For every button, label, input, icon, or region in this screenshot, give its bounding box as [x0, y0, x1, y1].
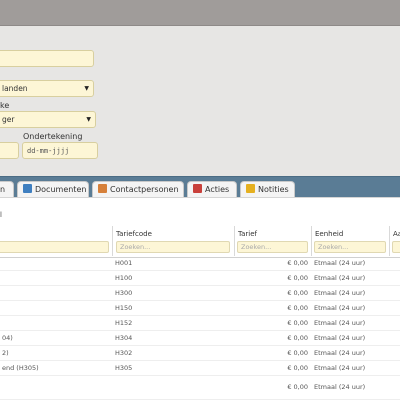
- column-header-tarief[interactable]: Tarief: [236, 228, 257, 240]
- row-code: H305: [115, 364, 133, 372]
- contacts-icon: [98, 184, 107, 193]
- row-name: end (H305): [2, 364, 39, 372]
- column-header-eenheid[interactable]: Eenheid: [313, 228, 343, 240]
- filter-input-tariefcode[interactable]: Zoeken...: [116, 241, 230, 253]
- row-code: H302: [115, 349, 133, 357]
- row-price: € 0,00: [287, 334, 308, 342]
- row-price: € 0,00: [287, 319, 308, 327]
- filter-input-tarief[interactable]: Zoeken...: [237, 241, 308, 253]
- row-price: € 0,00: [287, 289, 308, 297]
- tab-notities[interactable]: Notities: [240, 181, 295, 198]
- column-separator: [234, 226, 235, 256]
- row-unit: Etmaal (24 uur): [314, 319, 366, 327]
- table-row[interactable]: 04) H304 € 0,00 Etmaal (24 uur): [0, 331, 400, 346]
- actions-icon: [193, 184, 202, 193]
- filter-input-aa[interactable]: [392, 241, 400, 253]
- tab-contactpersonen[interactable]: Contactpersonen: [92, 181, 184, 198]
- row-code: H150: [115, 304, 133, 312]
- signature-label: Ondertekening: [23, 132, 83, 141]
- top-header-bar: [0, 0, 400, 26]
- field-label-partial: ke: [0, 101, 10, 110]
- row-code: H304: [115, 334, 133, 342]
- tab-documenten[interactable]: Documenten: [17, 181, 89, 198]
- row-price: € 0,00: [287, 383, 308, 391]
- table-row[interactable]: H152 € 0,00 Etmaal (24 uur): [0, 316, 400, 331]
- table-row[interactable]: H001 € 0,00 Etmaal (24 uur): [0, 256, 400, 271]
- country-select[interactable]: landen: [0, 80, 94, 97]
- tab-partial[interactable]: n: [0, 181, 14, 198]
- small-input[interactable]: [0, 142, 19, 159]
- tab-contactpersonen-label: Contactpersonen: [110, 185, 179, 194]
- row-name: 04): [2, 334, 13, 342]
- row-name: 2): [2, 349, 9, 357]
- tab-acties-label: Acties: [205, 185, 230, 194]
- documents-icon: [23, 184, 32, 193]
- tab-acties[interactable]: Acties: [187, 181, 237, 198]
- notes-icon: [246, 184, 255, 193]
- detail-form: landen ke ger Ondertekening dd-mm-jjjj: [0, 25, 400, 175]
- column-separator: [389, 226, 390, 256]
- table-row[interactable]: H300 € 0,00 Etmaal (24 uur): [0, 286, 400, 301]
- row-code: H100: [115, 274, 133, 282]
- row-unit: Etmaal (24 uur): [314, 383, 366, 391]
- secondary-select-value: ger: [2, 115, 15, 124]
- signature-date-input[interactable]: dd-mm-jjjj: [22, 142, 98, 159]
- row-unit: Etmaal (24 uur): [314, 274, 366, 282]
- row-unit: Etmaal (24 uur): [314, 289, 366, 297]
- panel-marker: l: [0, 211, 2, 219]
- country-select-value: landen: [2, 84, 28, 93]
- row-code: H001: [115, 259, 133, 267]
- row-unit: Etmaal (24 uur): [314, 259, 366, 267]
- row-unit: Etmaal (24 uur): [314, 304, 366, 312]
- column-header-tariefcode[interactable]: Tariefcode: [114, 228, 152, 240]
- secondary-select[interactable]: ger: [0, 111, 96, 128]
- table-row[interactable]: H150 € 0,00 Etmaal (24 uur): [0, 301, 400, 316]
- row-unit: Etmaal (24 uur): [314, 364, 366, 372]
- tab-partial-label: n: [0, 185, 6, 194]
- row-price: € 0,00: [287, 304, 308, 312]
- row-code: H300: [115, 289, 133, 297]
- row-price: € 0,00: [287, 274, 308, 282]
- row-price: € 0,00: [287, 364, 308, 372]
- row-price: € 0,00: [287, 349, 308, 357]
- column-separator: [112, 226, 113, 256]
- column-separator: [311, 226, 312, 256]
- filter-input-name[interactable]: [0, 241, 109, 253]
- filter-input-eenheid[interactable]: Zoeken...: [314, 241, 386, 253]
- tab-bar: n Documenten Contactpersonen Acties Noti…: [0, 176, 400, 198]
- column-header-aa[interactable]: Aa: [391, 228, 400, 240]
- table-row[interactable]: € 0,00 Etmaal (24 uur): [0, 376, 400, 400]
- row-unit: Etmaal (24 uur): [314, 349, 366, 357]
- date-placeholder: dd-mm-jjjj: [27, 147, 70, 155]
- tab-documenten-label: Documenten: [35, 185, 87, 194]
- text-input-top[interactable]: [0, 50, 94, 67]
- row-code: H152: [115, 319, 133, 327]
- table-row[interactable]: H100 € 0,00 Etmaal (24 uur): [0, 271, 400, 286]
- row-price: € 0,00: [287, 259, 308, 267]
- table-row[interactable]: 2) H302 € 0,00 Etmaal (24 uur): [0, 346, 400, 361]
- table-row[interactable]: end (H305) H305 € 0,00 Etmaal (24 uur): [0, 361, 400, 376]
- row-unit: Etmaal (24 uur): [314, 334, 366, 342]
- tab-notities-label: Notities: [258, 185, 289, 194]
